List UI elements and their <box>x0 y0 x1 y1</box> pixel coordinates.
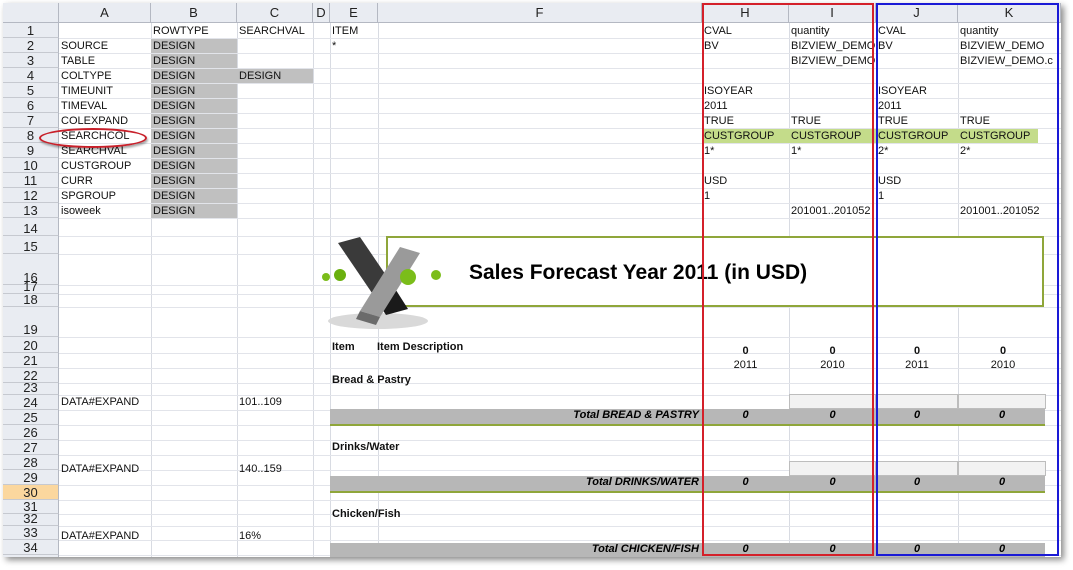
highlight-box-blue <box>876 3 1059 556</box>
row-header-9[interactable]: 9 <box>3 143 59 158</box>
cell-A4[interactable]: COLTYPE <box>59 69 151 83</box>
row-header-34[interactable]: 34 <box>3 540 59 555</box>
row-header-11[interactable]: 11 <box>3 173 59 188</box>
cell-A24[interactable]: DATA#EXPAND <box>59 395 151 409</box>
cell-E1[interactable]: ITEM <box>330 24 390 38</box>
row-header-18[interactable]: 18 <box>3 293 59 307</box>
cell-A34[interactable]: DATA#EXPAND <box>59 529 151 543</box>
company-logo <box>322 237 441 329</box>
row-header-27[interactable]: 27 <box>3 440 59 455</box>
cell-A7[interactable]: COLEXPAND <box>59 114 151 128</box>
cell-A5[interactable]: TIMEUNIT <box>59 84 151 98</box>
row-header-6[interactable]: 6 <box>3 98 59 113</box>
cell-A12[interactable]: SPGROUP <box>59 189 151 203</box>
cell-A10[interactable]: CUSTGROUP <box>59 159 151 173</box>
row-header-5[interactable]: 5 <box>3 83 59 98</box>
row-header-15[interactable]: 15 <box>3 236 59 254</box>
row-header-25[interactable]: 25 <box>3 410 59 425</box>
select-all-corner[interactable] <box>3 3 59 23</box>
row-header-14[interactable]: 14 <box>3 218 59 236</box>
group-name-chicken[interactable]: Chicken/Fish <box>330 507 530 521</box>
cell-A2[interactable]: SOURCE <box>59 39 151 53</box>
cell-B10[interactable]: DESIGN <box>151 159 237 173</box>
total-label-chicken[interactable]: Total CHICKEN/FISH <box>378 543 699 555</box>
row-header-28[interactable]: 28 <box>3 455 59 470</box>
cell-B6[interactable]: DESIGN <box>151 99 237 113</box>
header-item-description[interactable]: Item Description <box>375 340 575 354</box>
cell-A29[interactable]: DATA#EXPAND <box>59 462 151 476</box>
cell-B7[interactable]: DESIGN <box>151 114 237 128</box>
header-item[interactable]: Item <box>330 340 378 354</box>
highlight-box-red <box>702 3 874 556</box>
cell-A13[interactable]: isoweek <box>59 204 151 218</box>
cell-B1[interactable]: ROWTYPE <box>151 24 237 38</box>
col-header-C[interactable]: C <box>237 3 313 23</box>
col-header-B[interactable]: B <box>151 3 237 23</box>
cell-B3[interactable]: DESIGN <box>151 54 237 68</box>
cell-B8[interactable]: DESIGN <box>151 129 237 143</box>
cell-B11[interactable]: DESIGN <box>151 174 237 188</box>
row-header-10[interactable]: 10 <box>3 158 59 173</box>
cell-B5[interactable]: DESIGN <box>151 84 237 98</box>
col-header-F[interactable]: F <box>378 3 702 23</box>
col-header-E[interactable]: E <box>330 3 378 23</box>
highlight-oval-searchcol <box>39 128 147 148</box>
row-header-3[interactable]: 3 <box>3 53 59 68</box>
total-label-bread[interactable]: Total BREAD & PASTRY <box>378 409 699 421</box>
row-header-30[interactable]: 30 <box>3 485 59 500</box>
cell-C34[interactable]: 16% <box>237 529 313 543</box>
row-header-4[interactable]: 4 <box>3 68 59 83</box>
row-header-19[interactable]: 19 <box>3 307 59 337</box>
row-header-24[interactable]: 24 <box>3 395 59 410</box>
row-header-1[interactable]: 1 <box>3 23 59 38</box>
group-name-drinks[interactable]: Drinks/Water <box>330 440 530 454</box>
cell-A3[interactable]: TABLE <box>59 54 151 68</box>
row-header-2[interactable]: 2 <box>3 38 59 53</box>
cell-E2[interactable]: * <box>330 39 378 53</box>
row-header-33[interactable]: 33 <box>3 526 59 540</box>
cell-B2[interactable]: DESIGN <box>151 39 237 53</box>
row-header-29[interactable]: 29 <box>3 470 59 485</box>
cell-B13[interactable]: DESIGN <box>151 204 237 218</box>
row-header-12[interactable]: 12 <box>3 188 59 203</box>
cell-A6[interactable]: TIMEVAL <box>59 99 151 113</box>
cell-B12[interactable]: DESIGN <box>151 189 237 203</box>
cell-B9[interactable]: DESIGN <box>151 144 237 158</box>
total-label-drinks[interactable]: Total DRINKS/WATER <box>378 476 699 488</box>
row-header-35[interactable]: 35 <box>3 555 59 557</box>
row-header-21[interactable]: 21 <box>3 353 59 368</box>
row-header-13[interactable]: 13 <box>3 203 59 218</box>
col-header-A[interactable]: A <box>59 3 151 23</box>
row-header-26[interactable]: 26 <box>3 425 59 440</box>
cell-C1[interactable]: SEARCHVAL <box>237 24 313 38</box>
cell-C24[interactable]: 101..109 <box>237 395 313 409</box>
cell-C4[interactable]: DESIGN <box>237 69 313 83</box>
row-header-20[interactable]: 20 <box>3 337 59 353</box>
row-header-23[interactable]: 23 <box>3 381 59 395</box>
cell-B4[interactable]: DESIGN <box>151 69 237 83</box>
cell-C29[interactable]: 140..159 <box>237 462 313 476</box>
row-header-7[interactable]: 7 <box>3 113 59 128</box>
group-name-bread[interactable]: Bread & Pastry <box>330 373 530 387</box>
cell-A11[interactable]: CURR <box>59 174 151 188</box>
spreadsheet-grid[interactable]: A B C D E F H I J K 1 2 3 4 5 6 7 8 9 10 11 12 13 14 1… <box>3 3 1061 557</box>
col-header-D[interactable]: D <box>313 3 330 23</box>
